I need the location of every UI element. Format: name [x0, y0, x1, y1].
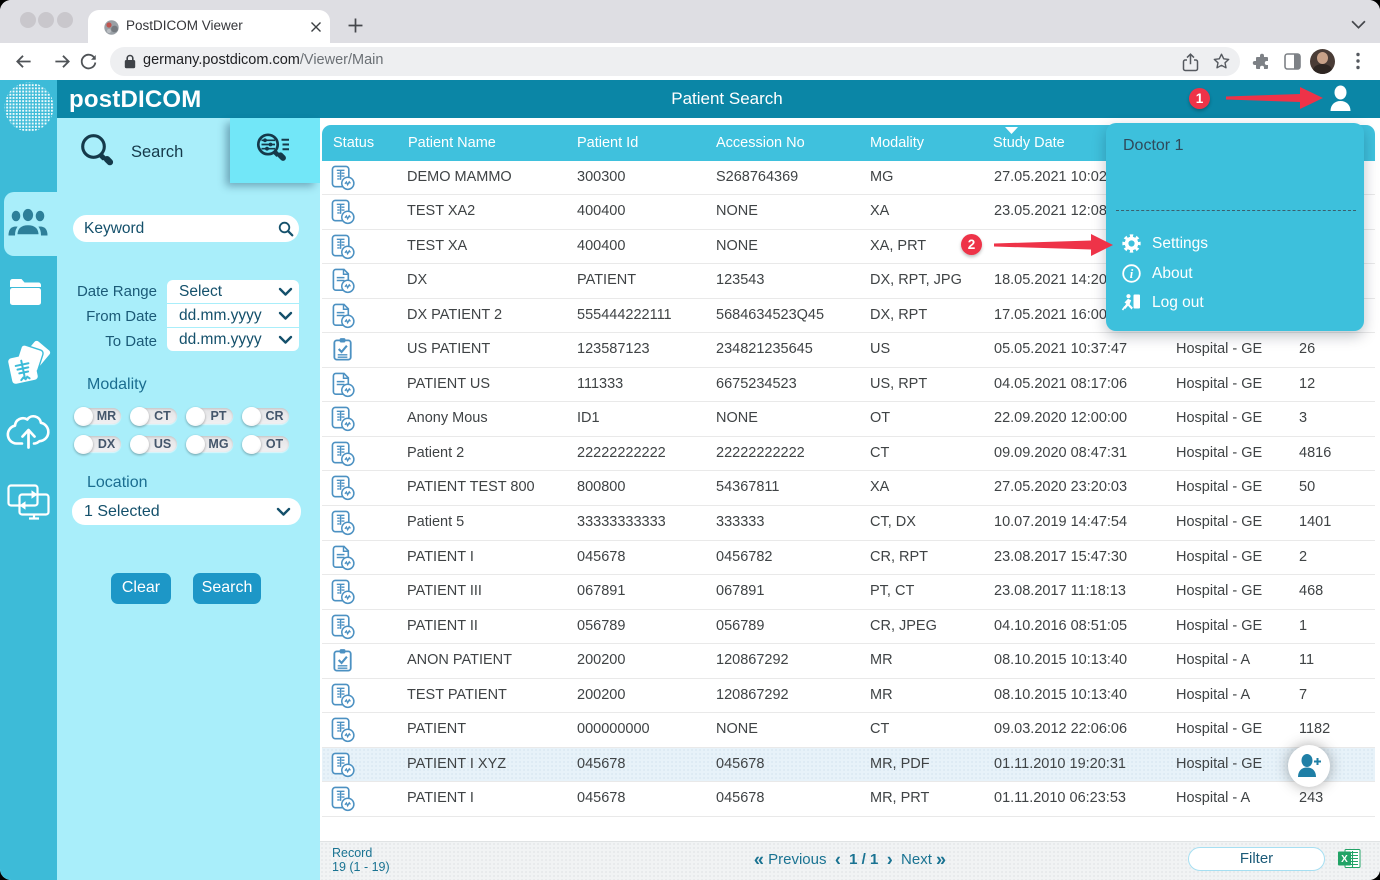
svg-text:i: i — [1130, 267, 1134, 281]
svg-text:X: X — [1341, 854, 1348, 865]
